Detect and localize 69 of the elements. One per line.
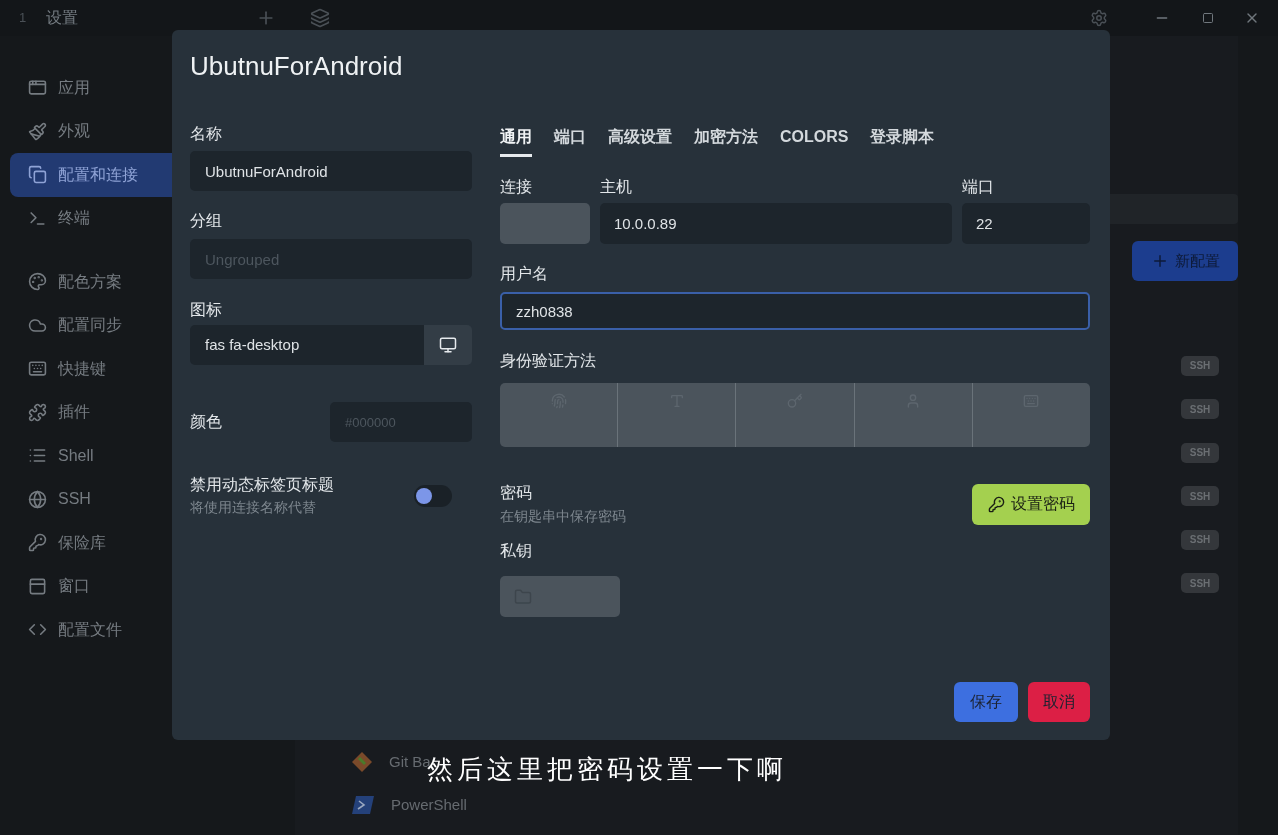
sidebar-item[interactable]: 终端	[10, 196, 172, 240]
ssh-tag: SSH	[1181, 529, 1219, 550]
field-label: 端口	[962, 177, 995, 197]
name-input[interactable]: UbutnuForAndroid	[190, 151, 472, 191]
powershell-icon	[351, 795, 375, 816]
field-label: 分组	[190, 211, 223, 231]
dialog-tab[interactable]: 高级设置	[608, 119, 672, 157]
username-input[interactable]: zzh0838	[500, 292, 1090, 330]
password-label: 密码	[500, 483, 533, 503]
ssh-tag: SSH	[1181, 442, 1219, 463]
toggle-switch[interactable]	[414, 485, 452, 507]
key-icon	[28, 533, 47, 553]
port-input[interactable]: 22	[962, 203, 1090, 244]
toggle-description: 将使用连接名称代替	[190, 498, 317, 517]
window-icon	[28, 78, 47, 98]
dialog-tab[interactable]: COLORS	[780, 119, 849, 157]
ssh-tag: SSH	[1181, 573, 1219, 594]
save-button[interactable]: 保存	[954, 682, 1018, 722]
icon-preview-button[interactable]	[424, 325, 472, 365]
set-password-button[interactable]: 设置密码	[972, 483, 1090, 525]
monitor-icon	[439, 336, 457, 354]
dialog-tab[interactable]: 登录脚本	[870, 119, 935, 157]
field-label: 私钥	[500, 541, 533, 561]
sidebar-item[interactable]: Shell	[10, 434, 172, 478]
sidebar-item[interactable]: 外观	[10, 109, 172, 153]
field-label: 名称	[190, 124, 223, 144]
maximize-icon[interactable]	[1202, 12, 1215, 24]
window-icon	[28, 576, 47, 596]
password-description: 在钥匙串中保存密码	[500, 507, 626, 526]
settings-icon[interactable]	[1090, 9, 1109, 27]
ssh-tag: SSH	[1181, 399, 1219, 420]
field-label: 图标	[190, 300, 223, 320]
sidebar-item[interactable]: 快捷键	[10, 347, 172, 391]
ssh-tag: SSH	[1181, 486, 1219, 507]
tabs-icon[interactable]	[310, 8, 331, 28]
dialog-title: UbutnuForAndroid	[190, 50, 404, 82]
ssh-tag: SSH	[1181, 355, 1219, 376]
key-icon	[987, 495, 1005, 513]
dialog-tab[interactable]: 加密方法	[694, 119, 758, 157]
git-icon	[351, 750, 373, 773]
sidebar-item[interactable]: 配置文件	[10, 608, 172, 652]
sidebar-item[interactable]: 配色方案	[10, 260, 172, 304]
keyboard-icon	[28, 359, 47, 379]
sidebar-item[interactable]: 配置同步	[10, 303, 172, 347]
sidebar-item[interactable]: 应用	[10, 66, 172, 110]
brush-icon	[28, 121, 47, 141]
field-label: 主机	[600, 177, 633, 197]
sidebar-item[interactable]: 窗口	[10, 564, 172, 608]
dialog-tab[interactable]: 端口	[554, 119, 586, 157]
field-label: 颜色	[190, 412, 222, 432]
puzzle-icon	[28, 402, 47, 422]
sidebar-item[interactable]: SSH	[10, 477, 172, 521]
cancel-button[interactable]: 取消	[1028, 682, 1090, 722]
tab-number: 1	[19, 9, 27, 28]
globe-icon	[28, 489, 47, 509]
dialog-tab[interactable]: 通用	[500, 119, 532, 157]
field-label: 连接	[500, 177, 533, 197]
sidebar-item[interactable]: 插件	[10, 390, 172, 434]
sidebar-item[interactable]: 保险库	[10, 521, 172, 565]
profile-name[interactable]: PowerShell	[391, 794, 467, 817]
field-label: 用户名	[500, 264, 549, 284]
icon-input[interactable]: fas fa-desktop	[190, 325, 424, 365]
sidebar-item[interactable]: 配置和连接	[10, 153, 172, 197]
host-input[interactable]: 10.0.0.89	[600, 203, 952, 244]
field-label: 身份验证方法	[500, 351, 597, 371]
toggle-label: 禁用动态标签页标题	[190, 475, 334, 495]
windows-icon	[28, 165, 47, 185]
tab-title[interactable]: 设置	[46, 6, 79, 30]
palette-icon	[28, 272, 47, 292]
